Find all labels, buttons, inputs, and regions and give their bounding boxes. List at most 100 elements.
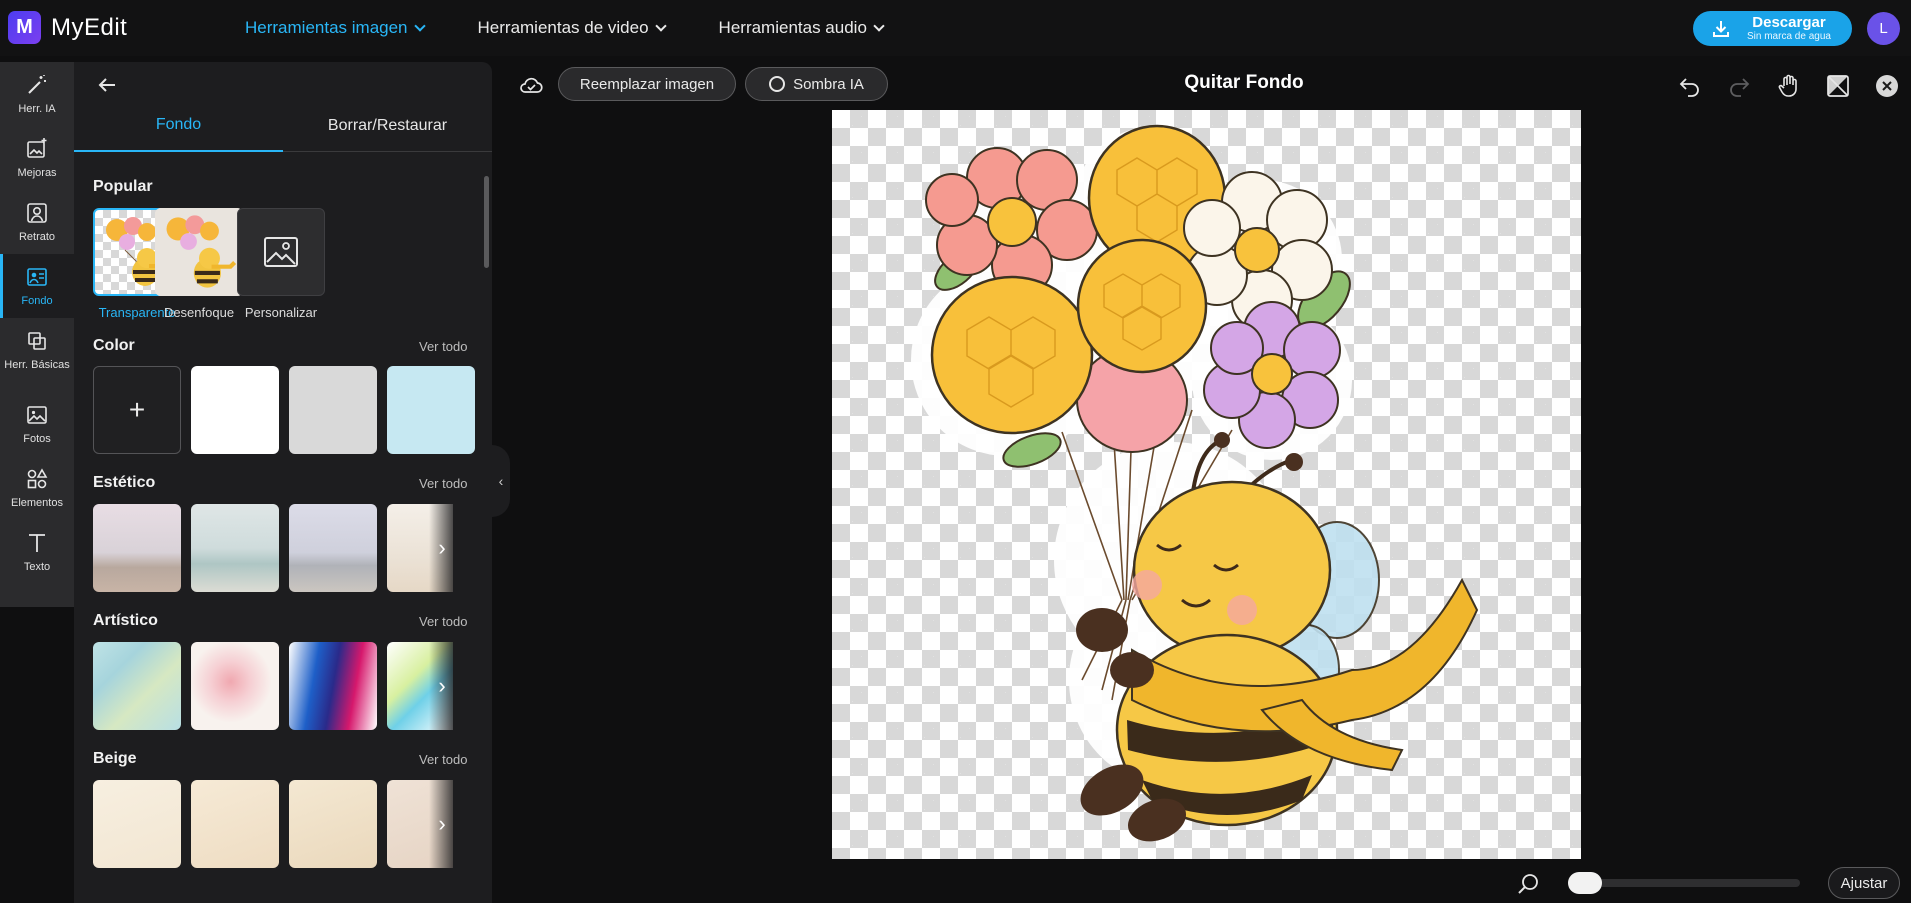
rail-item-background[interactable]: Fondo (0, 254, 74, 318)
pan-tool-button[interactable] (1775, 72, 1803, 100)
rail-label: Fotos (23, 433, 51, 445)
nav-audio-tools-label: Herramientas audio (718, 18, 867, 37)
close-icon (1876, 75, 1898, 97)
rail-label: Elementos (11, 497, 63, 509)
ai-shadow-label: Sombra IA (793, 75, 864, 93)
logo[interactable]: M MyEdit (8, 11, 127, 44)
background-icon (27, 268, 47, 286)
bee-with-balloons-image (911, 124, 1479, 842)
fit-button[interactable]: Ajustar (1828, 867, 1900, 899)
beige-next-arrow-icon[interactable]: › (429, 780, 455, 868)
section-beige-title: Beige (93, 750, 137, 767)
rail-item-photos[interactable]: Fotos (0, 392, 74, 456)
beige-thumb-2[interactable] (191, 780, 279, 868)
chevron-down-icon (873, 20, 885, 32)
rail-item-ai-tools[interactable]: Herr. IA (0, 62, 74, 126)
page-title: Quitar Fondo (1184, 72, 1304, 93)
artistic-thumb-watercolor-teal[interactable] (93, 642, 181, 730)
rail-item-enhance[interactable]: Mejoras (0, 126, 74, 190)
see-all-beige-link[interactable]: Ver todo (419, 752, 467, 767)
tab-erase-restore[interactable]: Borrar/Restaurar (283, 100, 492, 152)
zoom-slider-thumb[interactable] (1568, 872, 1602, 894)
artistic-thumb-ink-smoke[interactable] (289, 642, 377, 730)
rail-label: Retrato (18, 231, 56, 243)
zoom-slider-track[interactable] (1568, 879, 1800, 887)
undo-button[interactable] (1676, 72, 1704, 100)
rail-item-elements[interactable]: Elementos (0, 456, 74, 520)
nav-video-tools[interactable]: Herramientas de video (477, 18, 667, 38)
section-popular-title: Popular (93, 178, 153, 195)
bee-blur-thumbnail (155, 208, 243, 296)
preset-custom[interactable] (237, 208, 325, 296)
preset-custom-label: Personalizar (244, 305, 318, 320)
nav-video-tools-label: Herramientas de video (477, 18, 649, 37)
chevron-down-icon (654, 20, 667, 32)
zoom-search-icon[interactable] (1516, 871, 1542, 897)
portrait-icon (27, 203, 47, 223)
undo-icon (1679, 78, 1699, 97)
see-all-color-link[interactable]: Ver todo (419, 339, 467, 354)
preset-blur[interactable] (155, 208, 243, 296)
rail-item-text[interactable]: Texto (0, 520, 74, 584)
redo-icon (1730, 78, 1750, 97)
aesthetic-thumb-sea-mist[interactable] (191, 504, 279, 592)
see-all-artistic-link[interactable]: Ver todo (419, 614, 467, 629)
rail-label: Herr. Básicas (4, 359, 70, 371)
aesthetic-next-arrow-icon[interactable]: › (429, 504, 455, 592)
ai-shadow-toggle[interactable]: Sombra IA (745, 67, 888, 101)
artistic-next-arrow-icon[interactable]: › (429, 642, 455, 730)
background-panel: Fondo Borrar/Restaurar Popular Transpare… (74, 62, 492, 903)
see-all-aesthetic-link[interactable]: Ver todo (419, 476, 467, 491)
tool-rail: Herr. IA Mejoras Retrato Fondo Herr. Bás… (0, 62, 74, 607)
text-icon (29, 534, 45, 552)
cloud-save-icon[interactable] (518, 72, 544, 98)
replace-image-button[interactable]: Reemplazar imagen (558, 67, 736, 101)
logo-mark-icon: M (8, 11, 41, 44)
canvas-toolbar: Reemplazar imagen Sombra IA Quitar Fondo (510, 62, 1911, 108)
image-icon (264, 237, 298, 267)
download-text: Descargar Sin marca de agua (1747, 15, 1831, 42)
rail-label: Texto (23, 561, 51, 573)
rail-item-basic-tools[interactable]: Herr. Básicas (0, 318, 74, 382)
section-color-title: Color (93, 337, 135, 354)
avatar[interactable]: L (1867, 12, 1900, 45)
section-aesthetic-title: Estético (93, 474, 156, 491)
add-color-button[interactable]: + (93, 366, 181, 454)
top-bar: M MyEdit Herramientas imagen Herramienta… (0, 0, 1911, 56)
close-button[interactable] (1873, 72, 1901, 100)
color-swatch-light-blue[interactable] (387, 366, 475, 454)
color-swatch-white[interactable] (191, 366, 279, 454)
aesthetic-thumb-beach-pink[interactable] (93, 504, 181, 592)
shapes-icon (27, 468, 48, 489)
color-swatch-gray[interactable] (289, 366, 377, 454)
app-name: MyEdit (51, 13, 128, 41)
edit-canvas[interactable] (832, 110, 1581, 859)
chevron-left-icon: ‹ (498, 473, 504, 489)
image-enhance-icon (27, 138, 47, 158)
beige-thumb-3[interactable] (289, 780, 377, 868)
beige-thumb-1[interactable] (93, 780, 181, 868)
tab-background[interactable]: Fondo (74, 100, 283, 152)
rail-label: Mejoras (17, 167, 57, 179)
redo-button[interactable] (1725, 72, 1753, 100)
collapse-panel-handle[interactable]: ‹ (492, 445, 510, 517)
compare-button[interactable] (1824, 72, 1852, 100)
aesthetic-thumb-lavender-sea[interactable] (289, 504, 377, 592)
nav-audio-tools[interactable]: Herramientas audio (718, 18, 885, 38)
toggle-circle-icon (769, 76, 786, 92)
back-arrow-icon[interactable] (94, 72, 120, 98)
chevron-down-icon (413, 20, 426, 32)
rail-label: Fondo (21, 295, 53, 307)
download-label: Descargar (1752, 14, 1826, 31)
nav-image-tools-label: Herramientas imagen (245, 18, 408, 37)
rail-item-portrait[interactable]: Retrato (0, 190, 74, 254)
panel-scrollbar[interactable] (484, 176, 489, 268)
download-icon (1713, 20, 1729, 37)
panel-tabs: Fondo Borrar/Restaurar (74, 100, 492, 152)
download-sublabel: Sin marca de agua (1747, 31, 1831, 42)
magic-wand-icon (28, 75, 46, 94)
rail-label: Herr. IA (18, 103, 56, 115)
nav-image-tools[interactable]: Herramientas imagen (245, 18, 426, 38)
download-button[interactable]: Descargar Sin marca de agua (1693, 11, 1852, 46)
artistic-thumb-pink-splash[interactable] (191, 642, 279, 730)
